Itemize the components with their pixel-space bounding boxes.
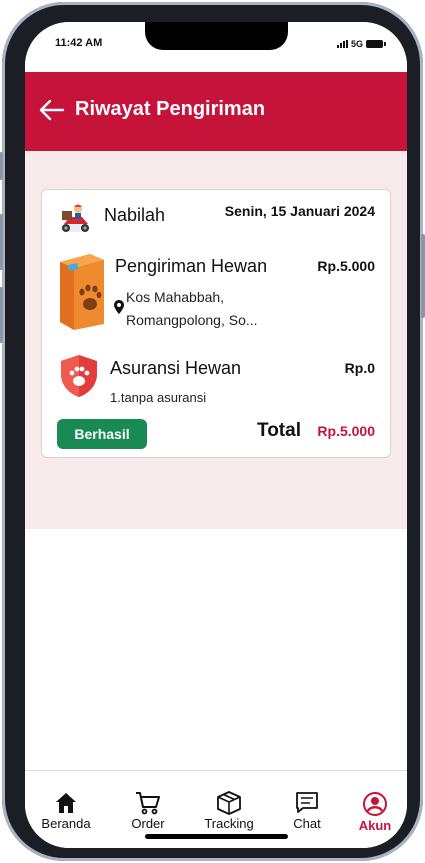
- home-icon: [56, 793, 76, 813]
- screen: 11:42 AM 5G Riwayat Pengiriman Nabilah S…: [25, 22, 407, 848]
- address-line-2: Romangpolong, So...: [126, 312, 258, 328]
- volume-up-button: [0, 214, 3, 270]
- nav-item-beranda[interactable]: Beranda: [31, 791, 101, 831]
- nav-label-tracking: Tracking: [204, 816, 254, 831]
- power-button: [421, 234, 425, 318]
- chat-icon: [296, 792, 318, 813]
- location-pin-icon: [114, 300, 124, 314]
- insurance-price: Rp.0: [344, 360, 375, 376]
- home-indicator: [145, 834, 288, 839]
- total-value: Rp.5.000: [317, 423, 375, 439]
- box-icon: [217, 791, 241, 815]
- status-indicators: 5G: [336, 39, 386, 49]
- phone-frame: 11:42 AM 5G Riwayat Pengiriman Nabilah S…: [0, 2, 425, 861]
- nav-item-akun[interactable]: Akun: [340, 791, 407, 833]
- signal-icon: [336, 40, 348, 48]
- status-badge: Berhasil: [57, 419, 147, 449]
- insurance-detail: 1.tanpa asuransi: [110, 390, 207, 405]
- notch: [145, 22, 288, 50]
- history-content: Nabilah Senin, 15 Januari 2024 Pengirima…: [25, 151, 407, 529]
- order-date: Senin, 15 Januari 2024: [224, 203, 375, 219]
- delivery-address: Kos Mahabbah, Romangpolong, So...: [126, 286, 296, 332]
- cart-icon: [136, 792, 160, 815]
- order-card[interactable]: Nabilah Senin, 15 Januari 2024 Pengirima…: [41, 189, 391, 458]
- back-arrow-icon[interactable]: [37, 97, 67, 123]
- total-label: Total: [257, 420, 301, 441]
- service-price: Rp.5.000: [317, 258, 375, 274]
- network-label: 5G: [350, 39, 363, 49]
- account-icon: [363, 792, 387, 816]
- nav-label-chat: Chat: [293, 816, 321, 831]
- nav-label-order: Order: [131, 816, 165, 831]
- pet-insurance-shield-icon: [61, 355, 97, 397]
- nav-item-chat[interactable]: Chat: [272, 791, 342, 831]
- status-bar: 11:42 AM 5G: [25, 22, 407, 72]
- address-line-1: Kos Mahabbah,: [126, 289, 225, 305]
- insurance-name: Asuransi Hewan: [110, 358, 242, 378]
- app-header: Riwayat Pengiriman: [25, 72, 407, 151]
- service-name: Pengiriman Hewan: [115, 256, 268, 276]
- nav-item-order[interactable]: Order: [113, 791, 183, 831]
- nav-label-beranda: Beranda: [41, 816, 91, 831]
- customer-name: Nabilah: [104, 205, 166, 225]
- status-time: 11:42 AM: [55, 37, 103, 49]
- page-title: Riwayat Pengiriman: [75, 98, 266, 120]
- nav-item-tracking[interactable]: Tracking: [194, 791, 264, 831]
- battery-icon: [366, 40, 386, 48]
- courier-scooter-icon: [60, 204, 90, 232]
- volume-down-button: [0, 287, 3, 343]
- nav-label-akun: Akun: [358, 818, 392, 833]
- mute-switch: [0, 152, 3, 180]
- pet-delivery-box-icon: [60, 254, 104, 330]
